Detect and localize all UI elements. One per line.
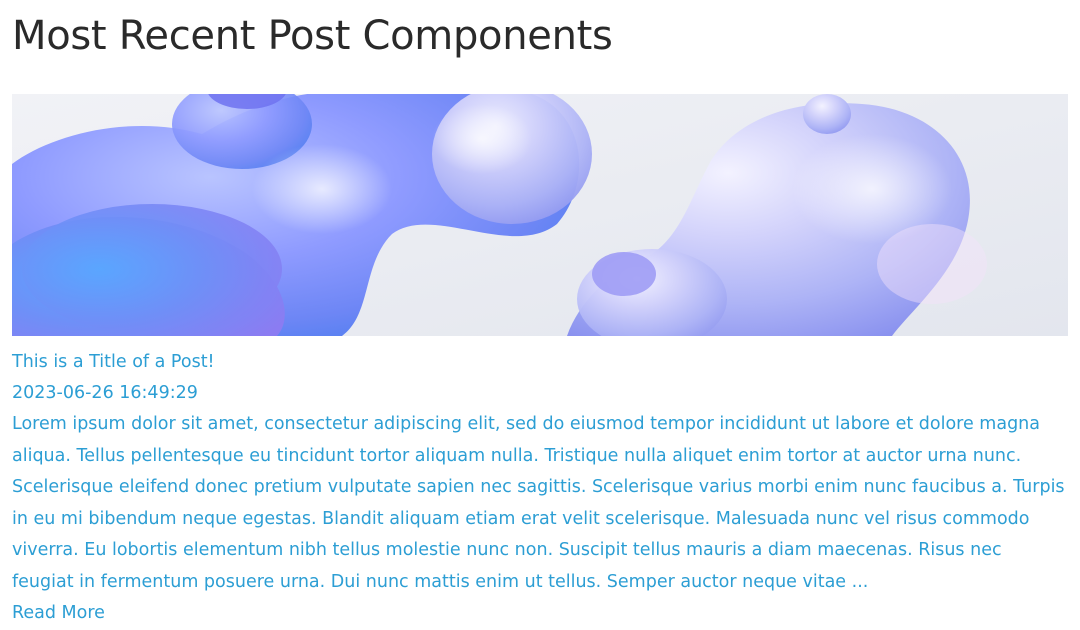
- post-excerpt: Lorem ipsum dolor sit amet, consectetur …: [12, 414, 1065, 592]
- post-card: This is a Title of a Post! 2023-06-26 16…: [12, 94, 1068, 628]
- post-title-link[interactable]: This is a Title of a Post!: [12, 347, 1068, 378]
- post-date: 2023-06-26 16:49:29: [12, 383, 198, 403]
- page-title: Most Recent Post Components: [12, 13, 613, 59]
- read-more-link[interactable]: Read More: [12, 598, 105, 628]
- post-featured-image[interactable]: [12, 94, 1068, 336]
- post-meta: This is a Title of a Post! 2023-06-26 16…: [12, 347, 1068, 409]
